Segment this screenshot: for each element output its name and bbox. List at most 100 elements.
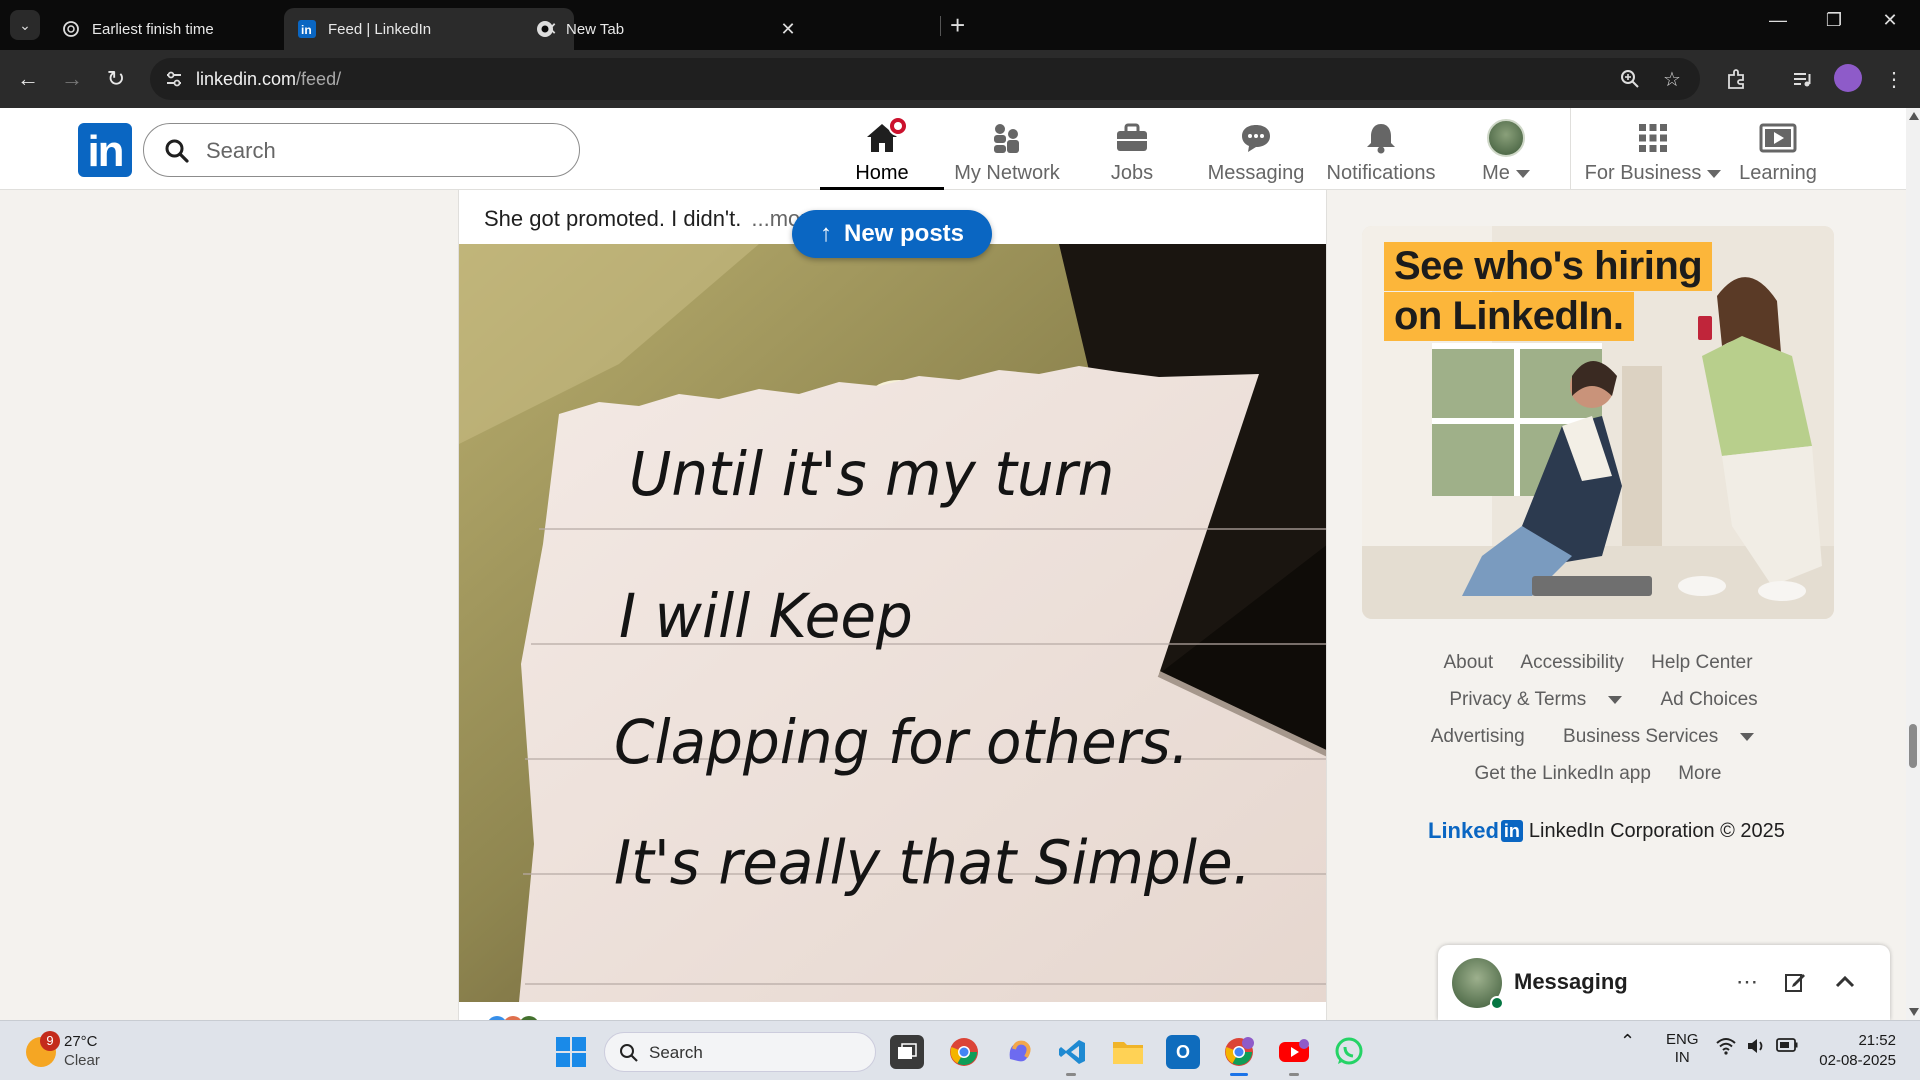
scroll-down-icon[interactable] [1909, 1008, 1919, 1016]
wifi-icon[interactable] [1716, 1037, 1736, 1059]
bell-icon [1363, 120, 1399, 156]
play-icon [1759, 120, 1797, 156]
ad-headline-2: on LinkedIn. [1384, 292, 1634, 341]
nav-for-business[interactable]: For Business [1585, 108, 1722, 190]
nav-me[interactable]: Me [1444, 108, 1568, 190]
image-line-4: It's really that Simple. [614, 828, 1251, 899]
linkedin-icon: in [298, 20, 316, 38]
more-options-icon[interactable]: ⋯ [1730, 965, 1764, 999]
nav-notifications[interactable]: Notifications [1319, 108, 1443, 190]
svg-text:in: in [301, 23, 312, 37]
new-posts-button[interactable]: ↑ New posts [792, 210, 992, 258]
footer-link-help-center[interactable]: Help Center [1651, 652, 1752, 673]
scroll-thumb[interactable] [1909, 724, 1917, 768]
back-icon[interactable]: ← [12, 63, 44, 95]
linkedin-logo[interactable]: in [78, 123, 132, 177]
footer-link-about[interactable]: About [1443, 652, 1493, 673]
weather-widget[interactable]: 9 27°C Clear [26, 1031, 166, 1071]
post-text: She got promoted. I didn't. ...more [484, 206, 820, 232]
outlook-icon[interactable]: O [1166, 1035, 1200, 1069]
language-indicator[interactable]: ENG IN [1666, 1031, 1699, 1067]
ad-banner[interactable]: See who's hiring on LinkedIn. [1362, 226, 1834, 619]
search-input[interactable] [206, 136, 556, 166]
footer-link-advertising[interactable]: Advertising [1431, 726, 1525, 747]
messaging-overlay[interactable]: Messaging ⋯ [1438, 945, 1890, 1020]
chrome-app-icon[interactable] [947, 1035, 981, 1069]
reload-icon[interactable]: ↻ [100, 63, 132, 95]
footer-link-privacy-terms[interactable]: Privacy & Terms [1438, 689, 1633, 710]
chevron-down-icon [1515, 169, 1530, 178]
chevron-down-icon [1740, 732, 1755, 741]
show-hidden-icons[interactable]: ⌃ [1620, 1031, 1635, 1052]
nav-jobs[interactable]: Jobs [1070, 108, 1194, 190]
tab-search-button[interactable]: ⌄ [10, 10, 40, 40]
whatsapp-icon[interactable] [1332, 1035, 1366, 1069]
nav-learning[interactable]: Learning [1716, 108, 1840, 190]
chrome-menu-icon[interactable]: ⋮ [1878, 63, 1910, 95]
media-controls-icon[interactable] [1786, 63, 1818, 95]
wordmark-text: Linked [1428, 818, 1499, 843]
footer-row: About Accessibility Help Center [1362, 648, 1834, 685]
scroll-up-icon[interactable] [1909, 112, 1919, 120]
footer-link-get-app[interactable]: Get the LinkedIn app [1475, 763, 1651, 784]
taskbar-search[interactable]: Search [604, 1032, 876, 1072]
nav-messaging[interactable]: Messaging [1194, 108, 1318, 190]
nav-label: Messaging [1207, 162, 1305, 184]
tab-new-tab[interactable]: New Tab ✕ [522, 8, 812, 50]
arrow-up-icon: ↑ [819, 220, 832, 247]
running-indicator [1289, 1073, 1299, 1076]
clock-time: 21:52 [1858, 1032, 1896, 1049]
footer-row: Get the LinkedIn app More [1362, 759, 1834, 796]
forward-icon[interactable]: → [56, 63, 88, 95]
url-omnibox[interactable]: linkedin.com/feed/ ☆ [150, 58, 1700, 100]
nav-label: Me [1482, 162, 1510, 184]
briefcase-icon [1114, 120, 1150, 156]
vscode-icon[interactable] [1056, 1035, 1090, 1069]
extensions-icon[interactable] [1720, 63, 1752, 95]
profile-avatar[interactable] [1834, 64, 1862, 92]
footer-row: Advertising Business Services [1362, 722, 1834, 759]
copyright-text: LinkedIn Corporation © 2025 [1528, 819, 1785, 842]
youtube-icon[interactable] [1277, 1035, 1311, 1069]
search-icon [165, 139, 189, 163]
minimize-icon[interactable]: — [1758, 10, 1798, 31]
footer-links: About Accessibility Help Center Privacy … [1362, 648, 1834, 796]
footer-link-business-services[interactable]: Business Services [1552, 726, 1765, 747]
start-button[interactable] [556, 1037, 586, 1067]
wordmark-in: in [1500, 820, 1523, 842]
compose-icon[interactable] [1778, 965, 1812, 999]
file-explorer-icon[interactable] [1111, 1035, 1145, 1069]
battery-icon[interactable] [1776, 1038, 1798, 1056]
messaging-title[interactable]: Messaging [1514, 969, 1628, 995]
close-window-icon[interactable]: ✕ [1870, 10, 1910, 31]
url-path: /feed/ [296, 69, 342, 89]
zoom-icon[interactable] [1618, 67, 1642, 91]
tab-title: Earliest finish time [92, 20, 214, 38]
nav-label: My Network [954, 162, 1060, 184]
new-tab-button[interactable]: + [950, 12, 965, 38]
restore-icon[interactable]: ❐ [1814, 10, 1854, 31]
footer-link-label: Business Services [1563, 726, 1719, 747]
copilot-icon[interactable] [1002, 1035, 1036, 1069]
page-scrollbar[interactable] [1906, 108, 1920, 1020]
close-tab-icon[interactable]: ✕ [778, 19, 798, 40]
reaction-icons[interactable] [487, 1012, 547, 1020]
bookmark-star-icon[interactable]: ☆ [1660, 67, 1684, 91]
footer-row: Privacy & Terms Ad Choices [1362, 685, 1834, 722]
chrome-profile-app-icon[interactable] [1222, 1035, 1256, 1069]
running-indicator [1066, 1073, 1076, 1076]
footer-link-ad-choices[interactable]: Ad Choices [1661, 689, 1758, 710]
active-app-indicator [1230, 1073, 1248, 1076]
task-view-icon[interactable] [890, 1035, 924, 1069]
chevron-up-icon[interactable] [1828, 965, 1862, 999]
site-info-icon[interactable] [164, 69, 184, 89]
nav-my-network[interactable]: My Network [945, 108, 1069, 190]
nav-home[interactable]: Home [820, 108, 944, 190]
footer-link-accessibility[interactable]: Accessibility [1520, 652, 1623, 673]
footer-link-more[interactable]: More [1678, 763, 1721, 784]
post-image[interactable]: Until it's my turn I will Keep Clapping … [459, 244, 1327, 1002]
system-clock[interactable]: 21:52 02-08-2025 [1816, 1031, 1896, 1071]
volume-icon[interactable] [1746, 1037, 1766, 1059]
search-box[interactable] [143, 123, 580, 177]
nav-label: Home [855, 162, 909, 184]
